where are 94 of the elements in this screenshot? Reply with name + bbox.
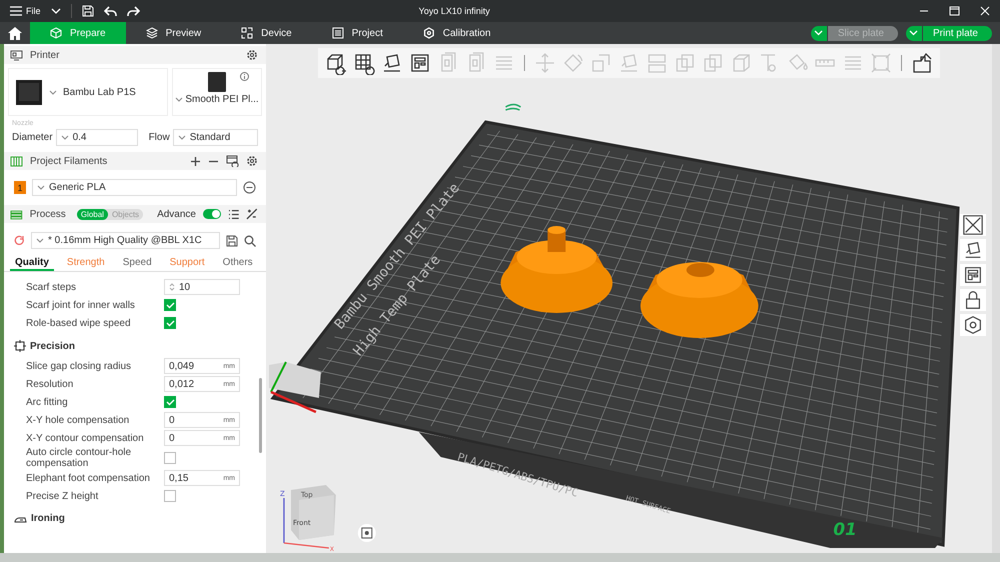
- cube-icon: [50, 27, 62, 39]
- setting-label: Arc fitting: [26, 396, 69, 408]
- setting-label: X-Y hole compensation: [26, 414, 130, 426]
- preset-select[interactable]: * 0.16mm High Quality @BBL X1C: [31, 232, 220, 249]
- chevron-icon: [49, 90, 57, 94]
- setting-label: Elephant foot compensation: [26, 472, 151, 484]
- chevron-icon: [37, 185, 45, 190]
- plate-number: 01: [833, 520, 857, 540]
- device-icon: [241, 27, 254, 39]
- section-title: Precision: [30, 340, 76, 352]
- filament-select[interactable]: Generic PLA: [32, 179, 237, 196]
- main-tab[interactable]: Calibration: [402, 22, 511, 44]
- checkbox[interactable]: [164, 317, 176, 329]
- precision-icon: [14, 340, 26, 352]
- lock-icon[interactable]: [960, 289, 986, 311]
- save-icon[interactable]: [226, 234, 238, 246]
- chevron-icon: [814, 30, 824, 36]
- filament-icon: [10, 156, 23, 166]
- main-tab[interactable]: Project: [312, 22, 403, 44]
- advance-label: Advance: [157, 208, 196, 220]
- recenter-icon[interactable]: [358, 524, 376, 542]
- printer-icon: [10, 50, 23, 60]
- window-title: Yoyo LX10 infinity: [418, 6, 491, 16]
- plate-name: Smooth PEI Pl...: [185, 94, 259, 105]
- chevron-icon: [60, 135, 69, 140]
- maximize-icon[interactable]: [949, 6, 960, 16]
- layers-icon: [146, 27, 158, 39]
- settings-icon[interactable]: [246, 155, 258, 167]
- main-tab[interactable]: Preview: [126, 22, 222, 44]
- home-icon: [8, 26, 22, 40]
- settings-tab[interactable]: Others: [218, 256, 258, 271]
- plate-picture-icon: [208, 72, 226, 92]
- advance-switch[interactable]: [202, 209, 221, 219]
- settings-tab[interactable]: Speed: [118, 256, 157, 271]
- settings-icon[interactable]: [960, 314, 986, 336]
- close-icon[interactable]: [960, 214, 986, 236]
- list-icon[interactable]: [228, 208, 240, 220]
- orient-icon[interactable]: [960, 239, 986, 261]
- chevron-icon: [178, 135, 186, 140]
- reset-icon[interactable]: [14, 235, 25, 246]
- section-title: Ironing: [31, 513, 65, 524]
- checkbox[interactable]: [164, 452, 176, 464]
- flow-label: Flow: [148, 132, 170, 143]
- compare-icon[interactable]: [246, 208, 258, 220]
- add-icon[interactable]: [190, 156, 201, 166]
- diameter-select[interactable]: 0.4: [56, 129, 138, 146]
- checkbox[interactable]: [164, 396, 176, 408]
- remove-icon[interactable]: [243, 181, 256, 194]
- info-icon[interactable]: [240, 72, 248, 81]
- sync-icon[interactable]: [226, 155, 239, 167]
- diameter-label: Diameter: [12, 132, 53, 143]
- main-tab[interactable]: Device: [221, 22, 312, 44]
- filament-badge[interactable]: 1: [14, 181, 26, 194]
- section-title: Process: [30, 208, 66, 220]
- file-menu[interactable]: File: [10, 6, 41, 16]
- plate-card[interactable]: Smooth PEI Pl...: [172, 68, 262, 116]
- printer-name: Bambu Lab P1S: [63, 86, 136, 98]
- setting-label: Scarf steps: [26, 282, 78, 292]
- gear-icon: [422, 27, 435, 39]
- dropdown-button[interactable]: [810, 26, 827, 40]
- undo-icon[interactable]: [104, 6, 117, 16]
- checkbox[interactable]: [164, 490, 176, 502]
- axis-mark-icon: [504, 104, 522, 111]
- search-icon[interactable]: [244, 234, 256, 246]
- setting-label: Slice gap closing radius: [26, 360, 132, 372]
- chevron-icon[interactable]: [50, 7, 61, 15]
- scrollbar-thumb[interactable]: [259, 378, 262, 453]
- settings-icon[interactable]: [246, 49, 258, 61]
- printer-card[interactable]: Bambu Lab P1S: [8, 68, 168, 116]
- setting-label: Auto circle contour-hole compensation: [26, 447, 132, 469]
- spin-field[interactable]: 10: [164, 279, 240, 295]
- chevron-icon: [909, 30, 918, 36]
- close-icon[interactable]: [980, 6, 990, 16]
- redo-icon[interactable]: [126, 6, 140, 16]
- origin-corner: [269, 362, 321, 398]
- flow-select[interactable]: Standard: [172, 129, 258, 146]
- setting-label: Role-based wipe speed: [26, 318, 132, 328]
- dropdown-button[interactable]: [906, 26, 922, 40]
- setting-label: Precise Z height: [26, 490, 100, 502]
- setting-label: Resolution: [26, 378, 74, 390]
- setting-label: X-Y contour compensation: [26, 432, 145, 444]
- setting-label: Scarf joint for inner walls: [26, 300, 136, 310]
- menu-icon: [10, 6, 22, 16]
- section-title: Printer: [30, 50, 60, 60]
- list-icon: [332, 27, 344, 39]
- section-title: Project Filaments: [30, 156, 108, 166]
- chevron-icon: [175, 97, 184, 102]
- printer-picture-icon: [15, 78, 43, 106]
- layout-icon[interactable]: [960, 264, 986, 286]
- settings-tab[interactable]: Quality: [10, 256, 54, 271]
- axis-gizmo: [283, 498, 329, 549]
- layers-icon: [10, 208, 23, 220]
- chevron-icon: [36, 238, 44, 243]
- checkbox[interactable]: [164, 299, 176, 311]
